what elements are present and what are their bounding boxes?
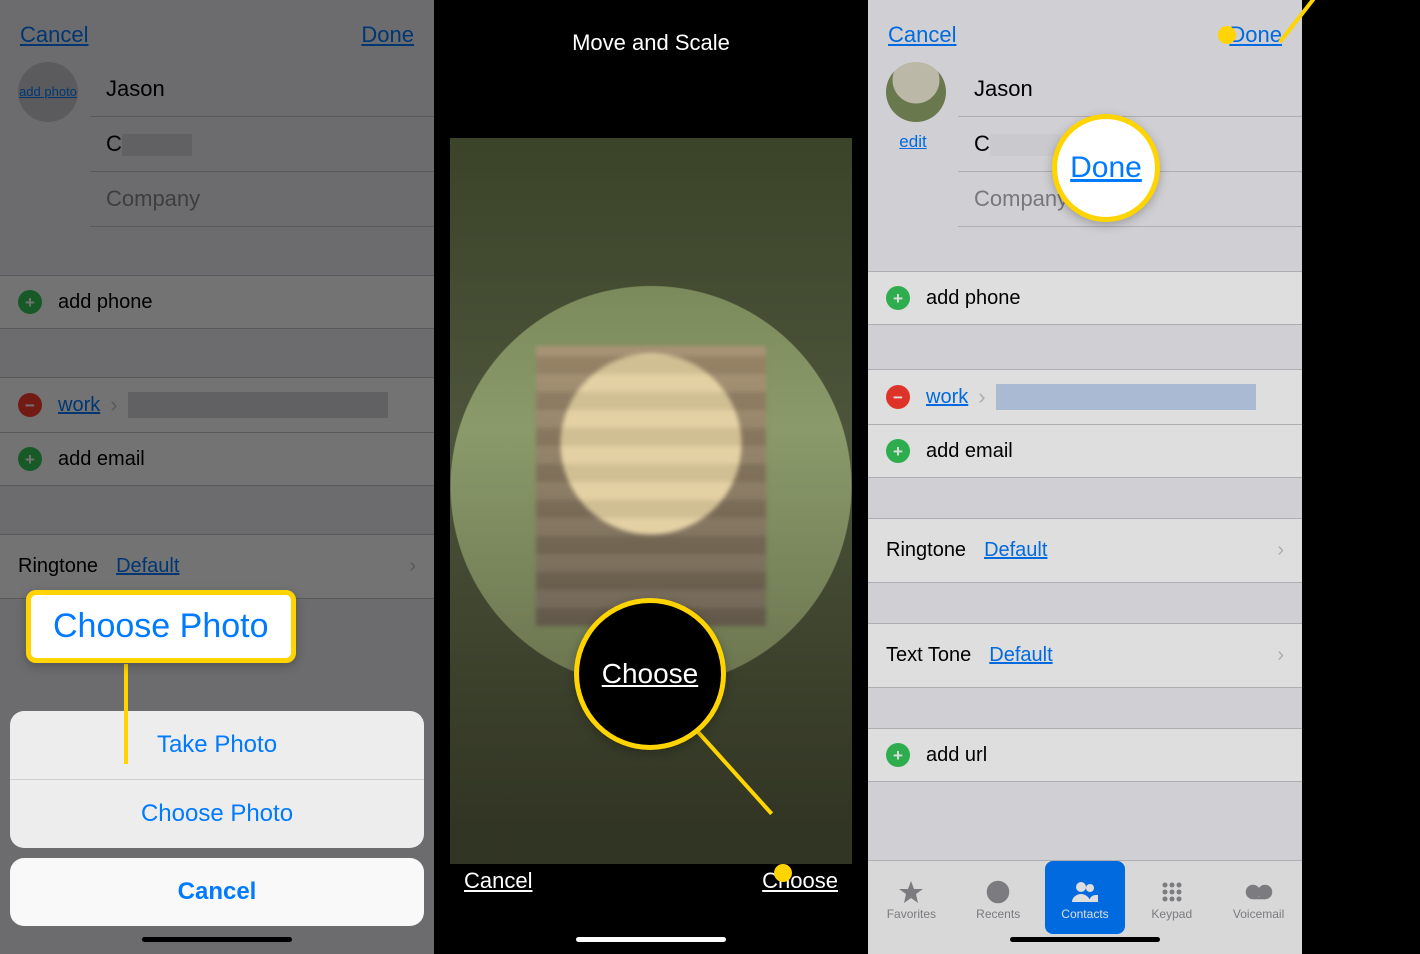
add-email-cell[interactable]: + add email bbox=[868, 425, 1302, 478]
tab-recents[interactable]: Recents bbox=[958, 861, 1038, 934]
callout-choose: Choose bbox=[574, 598, 726, 750]
home-indicator[interactable] bbox=[142, 937, 292, 942]
work-entry-cell[interactable]: − work › bbox=[0, 377, 434, 433]
choose-photo-option[interactable]: Choose Photo bbox=[10, 780, 424, 848]
redacted-text bbox=[990, 134, 1060, 156]
keypad-icon bbox=[1157, 880, 1187, 904]
first-name-field[interactable]: Jason bbox=[958, 62, 1302, 117]
plus-icon: + bbox=[18, 447, 42, 471]
chevron-right-icon: › bbox=[409, 555, 416, 578]
add-phone-cell[interactable]: + add phone bbox=[868, 271, 1302, 325]
cancel-button[interactable]: Cancel bbox=[20, 22, 88, 48]
photo-action-sheet: Take Photo Choose Photo Cancel bbox=[10, 711, 424, 926]
screen-move-and-scale: Move and Scale Cancel Choose Choose bbox=[434, 0, 868, 954]
cancel-button[interactable]: Cancel bbox=[464, 868, 532, 894]
contact-photo[interactable] bbox=[886, 62, 946, 122]
add-photo-button[interactable]: add photo bbox=[18, 62, 78, 122]
tab-keypad[interactable]: Keypad bbox=[1132, 861, 1212, 934]
plus-icon: + bbox=[886, 743, 910, 767]
add-url-cell[interactable]: + add url bbox=[868, 728, 1302, 782]
plus-icon: + bbox=[886, 439, 910, 463]
redacted-value bbox=[128, 392, 388, 418]
minus-icon: − bbox=[18, 393, 42, 417]
contacts-icon bbox=[1070, 880, 1100, 904]
minus-icon: − bbox=[886, 385, 910, 409]
photo-crop-area[interactable] bbox=[450, 138, 852, 864]
nav-bar: Cancel Done bbox=[868, 0, 1302, 48]
home-indicator[interactable] bbox=[1010, 937, 1160, 942]
edit-photo-link[interactable]: edit bbox=[899, 132, 926, 152]
tab-contacts[interactable]: Contacts bbox=[1045, 861, 1125, 934]
callout-done: Done bbox=[1052, 114, 1160, 222]
star-icon bbox=[896, 880, 926, 904]
texttone-cell[interactable]: Text Tone Default › bbox=[868, 623, 1302, 688]
add-phone-cell[interactable]: + add phone bbox=[0, 275, 434, 329]
redacted-text bbox=[122, 134, 192, 156]
ringtone-cell[interactable]: Ringtone Default › bbox=[868, 518, 1302, 583]
voicemail-icon bbox=[1244, 880, 1274, 904]
chevron-right-icon: › bbox=[110, 392, 117, 418]
screen-contact-edit-with-sheet: Cancel Done add photo Jason C Company + … bbox=[0, 0, 434, 954]
move-scale-title: Move and Scale bbox=[434, 0, 868, 56]
plus-icon: + bbox=[18, 290, 42, 314]
screen-contact-edit-done: Cancel Done edit Jason C Company + add p… bbox=[868, 0, 1302, 954]
nav-bar: Cancel Done bbox=[0, 0, 434, 48]
sheet-cancel-button[interactable]: Cancel bbox=[10, 858, 424, 926]
cancel-button[interactable]: Cancel bbox=[888, 22, 956, 48]
plus-icon: + bbox=[886, 286, 910, 310]
work-entry-cell[interactable]: − work › bbox=[868, 369, 1302, 425]
chevron-right-icon: › bbox=[1277, 644, 1284, 667]
company-field[interactable]: Company bbox=[90, 172, 434, 227]
redacted-value bbox=[996, 384, 1256, 410]
callout-choose-photo: Choose Photo bbox=[26, 590, 296, 663]
crop-circle-mask bbox=[450, 138, 852, 864]
chevron-right-icon: › bbox=[978, 384, 985, 410]
clock-icon bbox=[983, 880, 1013, 904]
done-button[interactable]: Done bbox=[361, 22, 414, 48]
tab-favorites[interactable]: Favorites bbox=[871, 861, 951, 934]
tab-voicemail[interactable]: Voicemail bbox=[1219, 861, 1299, 934]
home-indicator[interactable] bbox=[576, 937, 726, 942]
take-photo-option[interactable]: Take Photo bbox=[10, 711, 424, 780]
last-name-field[interactable]: C bbox=[90, 117, 434, 172]
add-email-cell[interactable]: + add email bbox=[0, 433, 434, 486]
done-button[interactable]: Done bbox=[1229, 22, 1282, 48]
first-name-field[interactable]: Jason bbox=[90, 62, 434, 117]
chevron-right-icon: › bbox=[1277, 539, 1284, 562]
